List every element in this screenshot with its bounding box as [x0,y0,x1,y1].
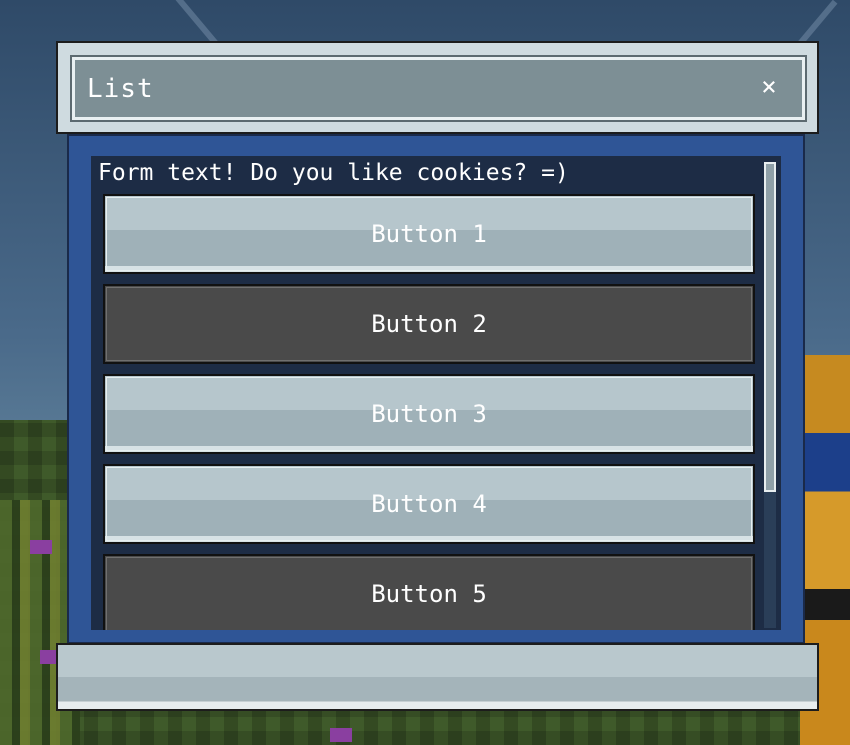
form-button-3[interactable]: Button 3 [103,374,755,454]
form-text: Form text! Do you like cookies? =) [98,160,569,186]
form-button-5[interactable]: Button 5 [103,554,755,630]
scrollbar-thumb[interactable] [764,162,776,492]
button-label: Button 3 [371,400,487,428]
button-label: Button 1 [371,220,487,248]
background-flower [330,728,352,742]
close-icon[interactable]: × [754,72,784,102]
dialog-title: List [87,74,154,104]
button-label: Button 4 [371,490,487,518]
form-button-1[interactable]: Button 1 [103,194,755,274]
dialog-title-bar: List × [56,41,819,134]
form-content: Form text! Do you like cookies? =) Butto… [91,156,781,630]
form-button-2[interactable]: Button 2 [103,284,755,364]
form-button-4[interactable]: Button 4 [103,464,755,544]
dialog-footer [56,643,819,711]
scrollbar-track[interactable] [764,162,776,628]
background-flower [30,540,52,554]
button-label: Button 2 [371,310,487,338]
dialog-body: Form text! Do you like cookies? =) Butto… [67,134,805,644]
title-panel: List × [70,55,807,122]
button-label: Button 5 [371,580,487,608]
